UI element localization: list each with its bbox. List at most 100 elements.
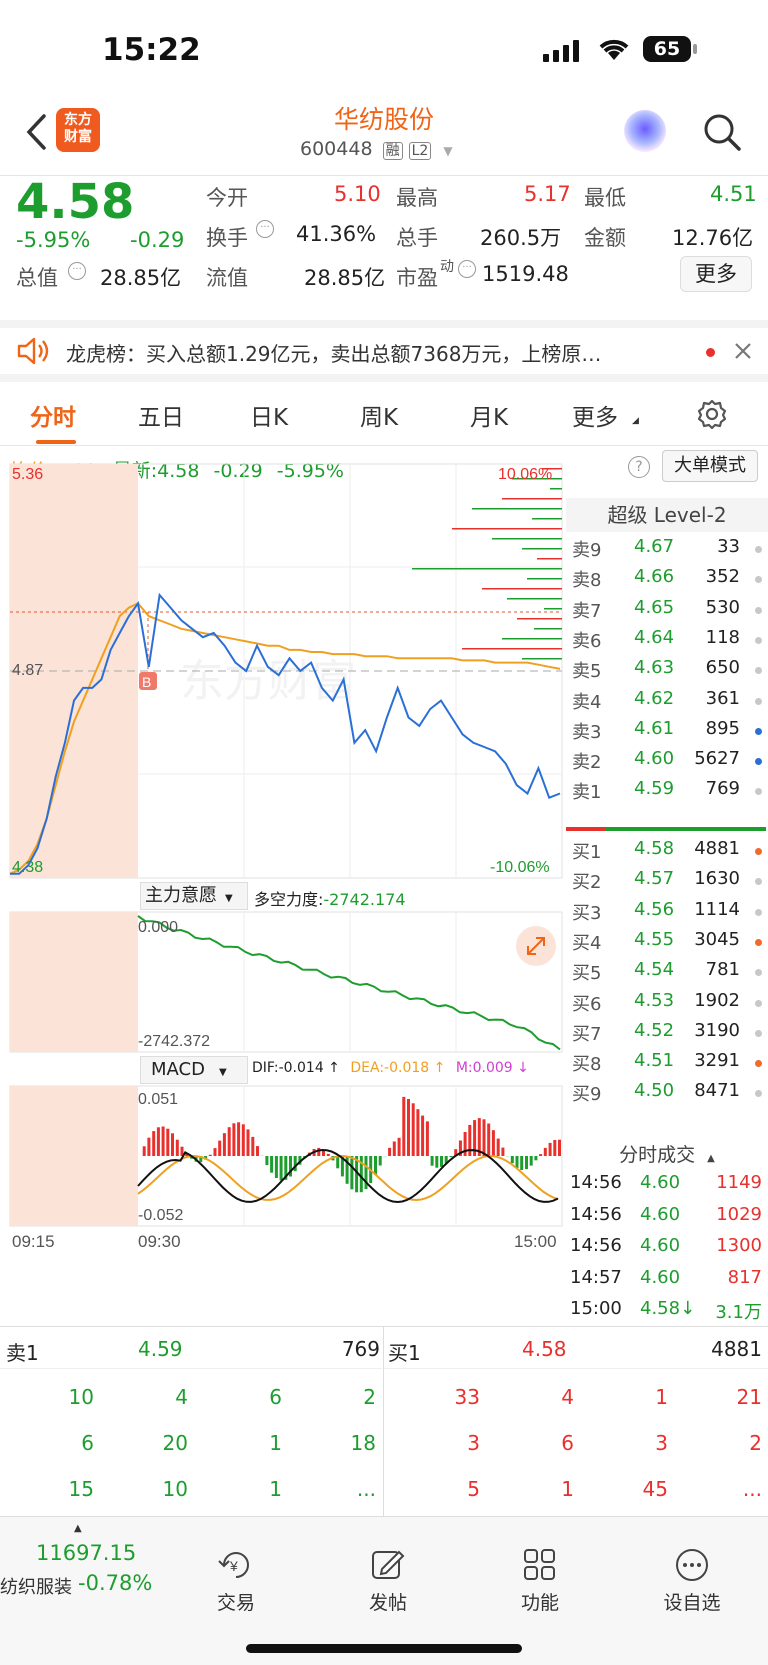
bid-row[interactable]: 买4 4.55 3045 (566, 929, 768, 961)
bid-row[interactable]: 买2 4.57 1630 (566, 868, 768, 900)
trade-icon: ¥ (218, 1552, 249, 1578)
bid-row[interactable]: 买3 4.56 1114 (566, 899, 768, 931)
bid-volume: 781 (705, 959, 740, 981)
macd-select[interactable]: MACD ▼ (140, 1056, 248, 1084)
close-icon[interactable] (734, 342, 752, 360)
intraday-chart[interactable]: 均价:4.90 最新:4.58 -0.29 -5.95% ? 大单模式 东方财富… (0, 446, 758, 1326)
macd-bar (256, 1146, 259, 1156)
info-icon[interactable]: ··· (68, 262, 86, 280)
depth-bar (534, 628, 562, 630)
bid-row[interactable]: 买7 4.52 3190 (566, 1020, 768, 1052)
robot-assistant-icon[interactable] (624, 110, 666, 152)
strength-label: 多空力度: (254, 890, 324, 909)
ask-label: 卖8 (572, 570, 602, 592)
tab-monthly-k[interactable]: 月K (470, 398, 508, 432)
mktcap-value: 28.85亿 (100, 266, 182, 290)
macd-bar (421, 1115, 425, 1156)
tab-daily-k[interactable]: 日K (250, 398, 288, 432)
help-icon[interactable]: ? (628, 456, 650, 478)
macd-bar (435, 1156, 439, 1168)
macd-bar (142, 1146, 146, 1156)
settings-gear-icon[interactable] (696, 398, 728, 430)
ask-row[interactable]: 卖2 4.60 5627 (566, 748, 768, 780)
ask-row[interactable]: 卖9 4.67 33 (566, 536, 768, 568)
macd-bar (279, 1156, 283, 1181)
ask-row[interactable]: 卖4 4.62 361 (566, 688, 768, 720)
more-button[interactable]: 更多 (680, 256, 752, 292)
macd-bar (411, 1103, 415, 1156)
macd-bar (227, 1127, 231, 1156)
pe-sup: 动 (440, 259, 454, 275)
macd-bar (482, 1119, 486, 1156)
trade-row: 14:56 4.60 1300 (566, 1235, 768, 1267)
macd-bar (378, 1156, 382, 1166)
indicator-select[interactable]: 主力意愿 ▼ (140, 882, 248, 910)
trade-time: 14:56 (570, 1235, 622, 1256)
volume-label: 总手 (396, 226, 438, 250)
stock-header: 东方 财富 华纺股份 600448 融 L2 ▼ (0, 100, 768, 176)
depth-bar (550, 488, 562, 490)
period-tabs: 分时 五日 日K 周K 月K 更多 ◢ (0, 382, 768, 446)
ask-row[interactable]: 卖8 4.66 352 (566, 566, 768, 598)
ask-row[interactable]: 卖7 4.65 530 (566, 597, 768, 629)
bid-row[interactable]: 买9 4.50 8471 (566, 1080, 768, 1112)
home-indicator (246, 1644, 522, 1653)
trade-price: 4.58↓ (640, 1298, 696, 1319)
nav-add-watchlist-label: 设自选 (663, 1592, 721, 1614)
queue-bid-vol: 4881 (711, 1337, 762, 1361)
bid-dot (755, 1060, 762, 1068)
nav-add-watchlist[interactable]: 设自选 (642, 1547, 742, 1615)
queue-cell: 2 (363, 1385, 376, 1409)
queue-cell: 6 (81, 1431, 94, 1455)
stock-code-row[interactable]: 600448 融 L2 ▼ (300, 138, 453, 160)
tab-five-day[interactable]: 五日 (138, 398, 184, 432)
info-icon[interactable]: ··· (458, 260, 476, 278)
bid-row[interactable]: 买6 4.53 1902 (566, 990, 768, 1022)
ask-row[interactable]: 卖5 4.63 650 (566, 657, 768, 689)
pct-bottom-label: -10.06% (490, 859, 550, 876)
notice-bar[interactable]: 龙虎榜：买入总额1.29亿元，卖出总额7368万元，上榜原… (0, 320, 768, 382)
macd-bar (539, 1154, 543, 1156)
macd-bar (326, 1153, 330, 1156)
bid-row[interactable]: 买8 4.51 3291 (566, 1050, 768, 1082)
bid-row[interactable]: 买1 4.58 4881 (566, 838, 768, 870)
trade-volume: 1149 (716, 1172, 762, 1193)
macd-values-row: DIF:-0.014 ↑ DEA:-0.018 ↑ M:0.009 ↓ (252, 1060, 529, 1076)
ask-row[interactable]: 卖3 4.61 895 (566, 718, 768, 750)
depth-bar (452, 528, 562, 530)
ask-row[interactable]: 卖1 4.59 769 (566, 778, 768, 810)
nav-post[interactable]: 发帖 (338, 1547, 438, 1615)
strength-value: -2742.174 (323, 890, 406, 909)
tab-weekly-k[interactable]: 周K (360, 398, 398, 432)
macd-m: M:0.009 ↓ (455, 1060, 529, 1076)
index-widget[interactable]: ▲ 11697.15 纺织服装 -0.78% (0, 1523, 170, 1613)
macd-bar (520, 1156, 524, 1170)
nav-functions[interactable]: 功能 (490, 1547, 590, 1615)
tab-intraday[interactable]: 分时 (30, 398, 76, 432)
macd-bar (440, 1156, 443, 1167)
bid-volume: 8471 (694, 1080, 740, 1102)
info-icon[interactable]: ··· (256, 220, 274, 238)
bid-dot (755, 999, 762, 1007)
trade-volume: 817 (727, 1266, 762, 1288)
bid-row[interactable]: 买5 4.54 781 (566, 959, 768, 991)
ask-row[interactable]: 卖6 4.64 118 (566, 627, 768, 659)
big-order-mode-button[interactable]: 大单模式 (662, 450, 758, 482)
depth-bars (412, 468, 562, 660)
queue-cell: ... (742, 1477, 762, 1501)
trades-header[interactable]: 分时成交 ▲ (566, 1140, 768, 1167)
depth-bar (492, 538, 562, 540)
bid-volume: 3045 (694, 928, 740, 950)
chevron-down-icon: ▼ (443, 144, 453, 158)
queue-cell: 1 (269, 1477, 282, 1501)
depth-bar (527, 578, 562, 580)
nav-trade[interactable]: ¥ 交易 (186, 1547, 286, 1615)
nav-functions-label: 功能 (520, 1592, 559, 1614)
tab-more[interactable]: 更多 (572, 398, 618, 432)
stock-code: 600448 (300, 138, 373, 160)
svg-text:¥: ¥ (229, 1558, 238, 1574)
bid-volume: 1902 (694, 989, 740, 1011)
search-icon[interactable] (702, 112, 742, 152)
signal-icon (543, 40, 579, 62)
bid-dot (755, 1090, 762, 1098)
